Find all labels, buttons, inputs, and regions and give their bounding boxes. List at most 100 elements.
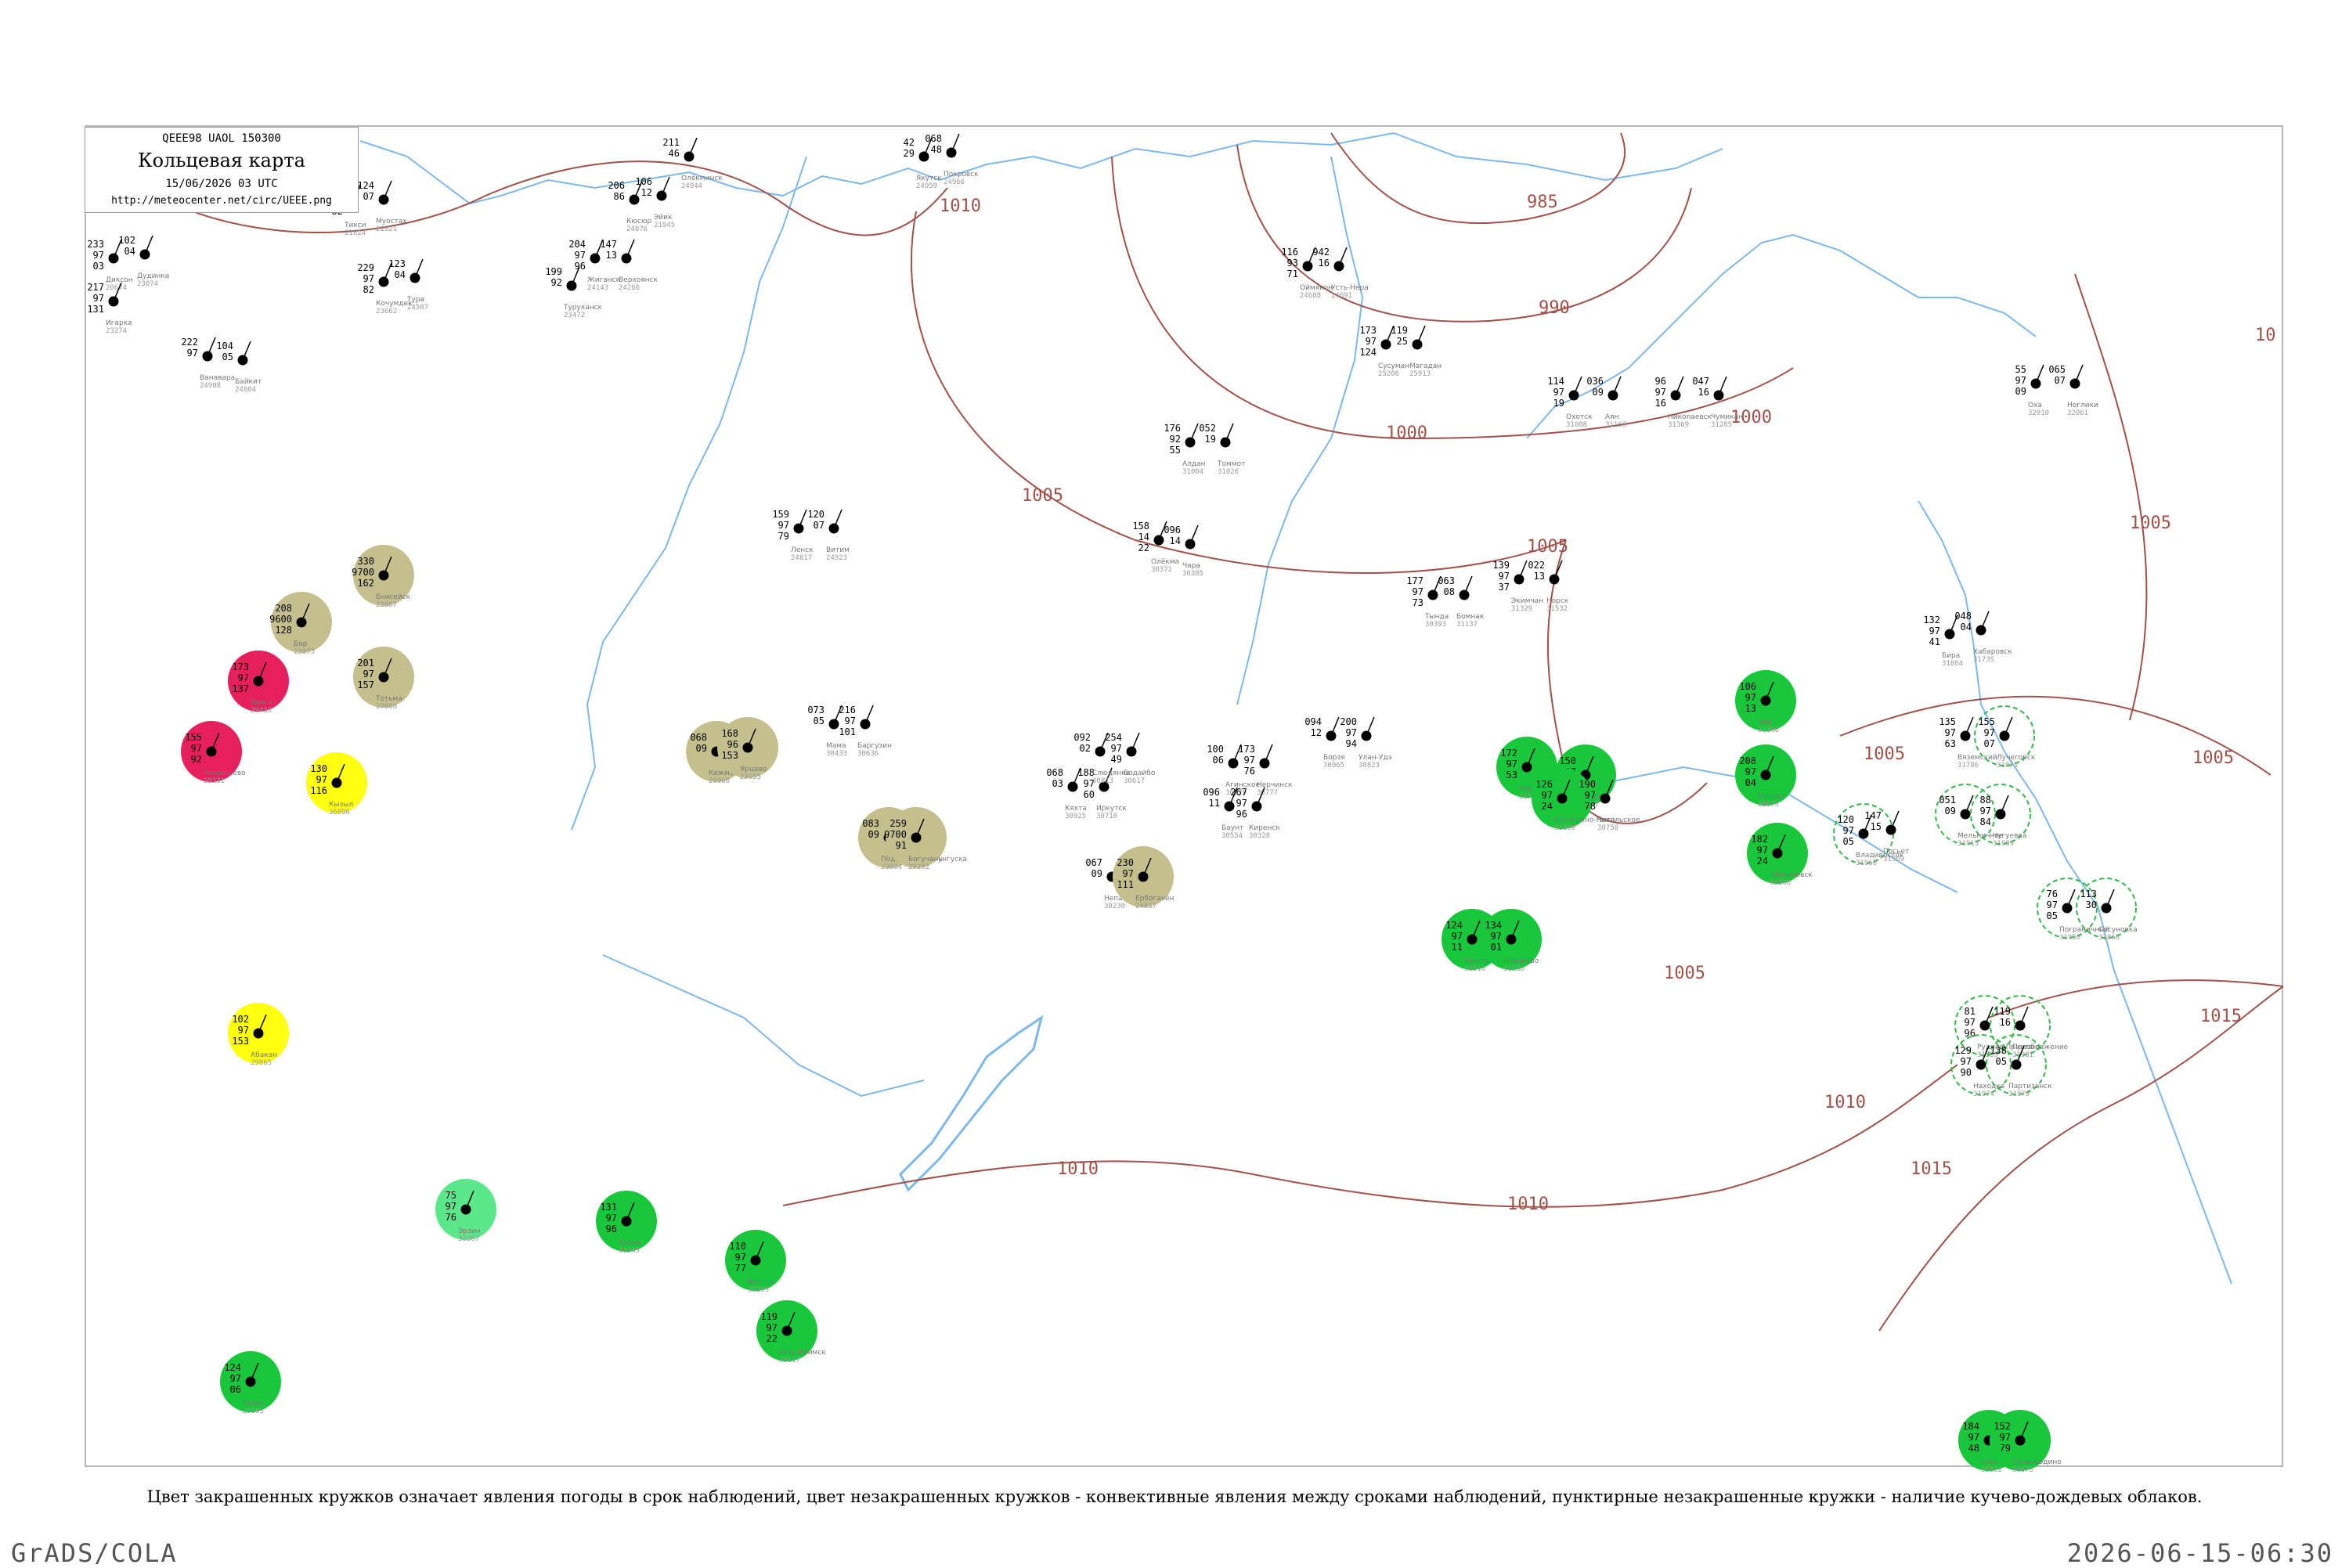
station-30309[interactable]: 1319796Тулун30309 xyxy=(596,1191,657,1255)
station-23973[interactable]: 2089600128Бор23973 xyxy=(269,592,332,656)
station-32010[interactable]: 559709Оха32010 xyxy=(2015,364,2050,417)
station-obs-value: 13 xyxy=(1745,703,1756,714)
station-obs-value: 97 xyxy=(1745,692,1756,703)
station-obs-value: 137 xyxy=(232,683,249,694)
station-id: 24804 xyxy=(235,386,256,394)
station-name: Байкит xyxy=(235,378,262,386)
stations-layer: 2259782Тикси2182412407Муостах2192120686К… xyxy=(87,133,2137,1474)
station-obs-value: 152 xyxy=(1994,1421,2011,1432)
station-obs-value: 97 xyxy=(1111,743,1122,754)
station-31804[interactable]: 1329741Бира31804 xyxy=(1923,615,1963,668)
station-name: Богучаны xyxy=(908,856,944,863)
station-30965[interactable]: 09412 Борзя30965 xyxy=(1304,716,1344,770)
station-id: 31804 xyxy=(1942,660,1963,668)
station-31168[interactable]: 03609 Аян31168 xyxy=(1586,376,1626,429)
station-id: 24923 xyxy=(826,554,847,562)
station-name: Борзя xyxy=(1323,754,1345,762)
station-obs-value: 068 xyxy=(925,133,942,144)
station-obs-value: 94 xyxy=(1346,738,1357,749)
isobar-label: 1010 xyxy=(940,196,981,216)
station-24923[interactable]: 12007 Витим24923 xyxy=(807,509,850,562)
station-obs-value: 97 xyxy=(1452,931,1463,942)
station-name: Верхоянск xyxy=(619,276,659,284)
station-32061[interactable]: 06507 Ноглики32061 xyxy=(2048,364,2098,417)
station-31026[interactable]: 05219 Томмот31026 xyxy=(1199,423,1245,476)
station-23472[interactable]: 19992 Туруханск23472 xyxy=(545,266,602,319)
station-obs-value: 120 xyxy=(807,509,824,520)
station-id: 31950 xyxy=(2059,934,2080,942)
station-30823[interactable]: 2009794Улан-Удэ30823 xyxy=(1340,716,1391,770)
station-id: 31915 xyxy=(1958,840,1979,848)
station-obs-value: 09 xyxy=(1593,387,1604,398)
station-name: Енисейск xyxy=(376,593,411,601)
station-31388[interactable]: 1829724Шимановск31388 xyxy=(1747,823,1813,887)
station-obs-value: 104 xyxy=(216,341,233,351)
station-id: 21921 xyxy=(376,225,397,233)
station-obs-value: 12 xyxy=(641,187,652,198)
station-name: Канск xyxy=(243,1400,265,1408)
station-36096[interactable]: 13097116Кызыл36096 xyxy=(306,752,367,816)
station-31300[interactable]: 1069713Зея31300 xyxy=(1735,670,1796,734)
station-id: 31510 xyxy=(1464,965,1485,973)
station-obs-value: 97 xyxy=(1553,387,1564,398)
station-obs-value: 15 xyxy=(1871,821,1882,832)
station-30117[interactable]: 1199722Усть-Илимск30117 xyxy=(756,1300,826,1364)
station-23867[interactable]: 3309700162Енисейск23867 xyxy=(352,545,414,609)
station-id: 24908 xyxy=(200,382,221,390)
station-obs-value: 051 xyxy=(1939,795,1956,806)
station-obs-value: 229 xyxy=(357,262,374,273)
station-obs-value: 073 xyxy=(807,705,824,716)
station-obs-value: 201 xyxy=(357,658,374,669)
station-obs-value: 09 xyxy=(1092,868,1102,879)
station-obs-value: 16 xyxy=(2000,1017,2011,1028)
station-obs-value: 177 xyxy=(1406,575,1423,586)
station-id: 27066 xyxy=(376,703,397,711)
station-id: 24959 xyxy=(916,182,937,190)
station-29393[interactable]: 1249706Канск29393 xyxy=(220,1351,281,1415)
station-name: Ванавара xyxy=(200,374,235,382)
station-id: 23973 xyxy=(294,648,315,656)
station-obs-value: 068 xyxy=(1046,767,1063,778)
station-30673[interactable]: 2089704Могоча30673 xyxy=(1735,744,1796,809)
station-obs-value: 97 xyxy=(575,250,586,261)
station-obs-value: 79 xyxy=(778,531,789,542)
station-obs-value: 97 xyxy=(363,273,374,284)
station-29231[interactable]: 1559792Колпашево29231 xyxy=(181,721,246,785)
isobar-label: 1015 xyxy=(2200,1007,2242,1026)
station-name: Усть-Нера xyxy=(1331,284,1369,292)
station-name: Лучегорск xyxy=(1997,754,2036,762)
station-name: Кяхта xyxy=(1065,805,1087,813)
station-obs-value: 97 xyxy=(230,1373,241,1384)
isobar-1015 xyxy=(1878,986,2284,1332)
station-name: Нерчинск xyxy=(1257,781,1293,789)
station-obs-value: 09 xyxy=(2015,386,2026,397)
station-obs-value: 102 xyxy=(232,1014,249,1025)
station-name: Могоча xyxy=(1758,793,1784,801)
station-obs-value: 97 xyxy=(93,293,104,304)
station-30309[interactable]: 1109777Братск30309 xyxy=(725,1230,786,1294)
okhotsk-coast xyxy=(1526,233,2037,439)
station-29430[interactable]: 17397137Томск29430 xyxy=(228,651,289,715)
station-27066[interactable]: 20197157Тотьма27066 xyxy=(353,647,414,711)
map-url[interactable]: http://meteocenter.net/circ/UEEE.png xyxy=(85,195,358,207)
station-name: Мама xyxy=(826,742,846,750)
station-obs-value: 09 xyxy=(696,743,707,754)
station-31735[interactable]: 04804 Хабаровск31735 xyxy=(1954,611,2012,664)
footer-timestamp: 2026-06-15-06:30 xyxy=(2066,1538,2333,1568)
station-obs-value: 131 xyxy=(600,1202,617,1213)
station-obs-value: 065 xyxy=(2048,364,2066,375)
station-obs-value: 9700 xyxy=(352,567,374,578)
station-obs-value: 97 xyxy=(2047,899,2058,910)
station-id: 31873 xyxy=(1997,762,2018,770)
station-obs-value: 97 xyxy=(2015,375,2026,386)
station-24804[interactable]: 10405 Байкит24804 xyxy=(216,341,262,394)
station-obs-value: 176 xyxy=(1164,423,1181,434)
station-obs-value: 113 xyxy=(2080,889,2097,899)
station-29865[interactable]: 10297153Абакан29865 xyxy=(228,1003,289,1067)
station-obs-value: 139 xyxy=(1492,560,1510,571)
bulletin-code: QEEE98 UAOL 150300 xyxy=(162,132,281,145)
isobar-label: 990 xyxy=(1539,298,1570,318)
station-id: 24817 xyxy=(791,554,812,562)
station-36307[interactable]: 759776Эрзин36307 xyxy=(435,1179,496,1243)
station-obs-value: 217 xyxy=(87,282,104,293)
